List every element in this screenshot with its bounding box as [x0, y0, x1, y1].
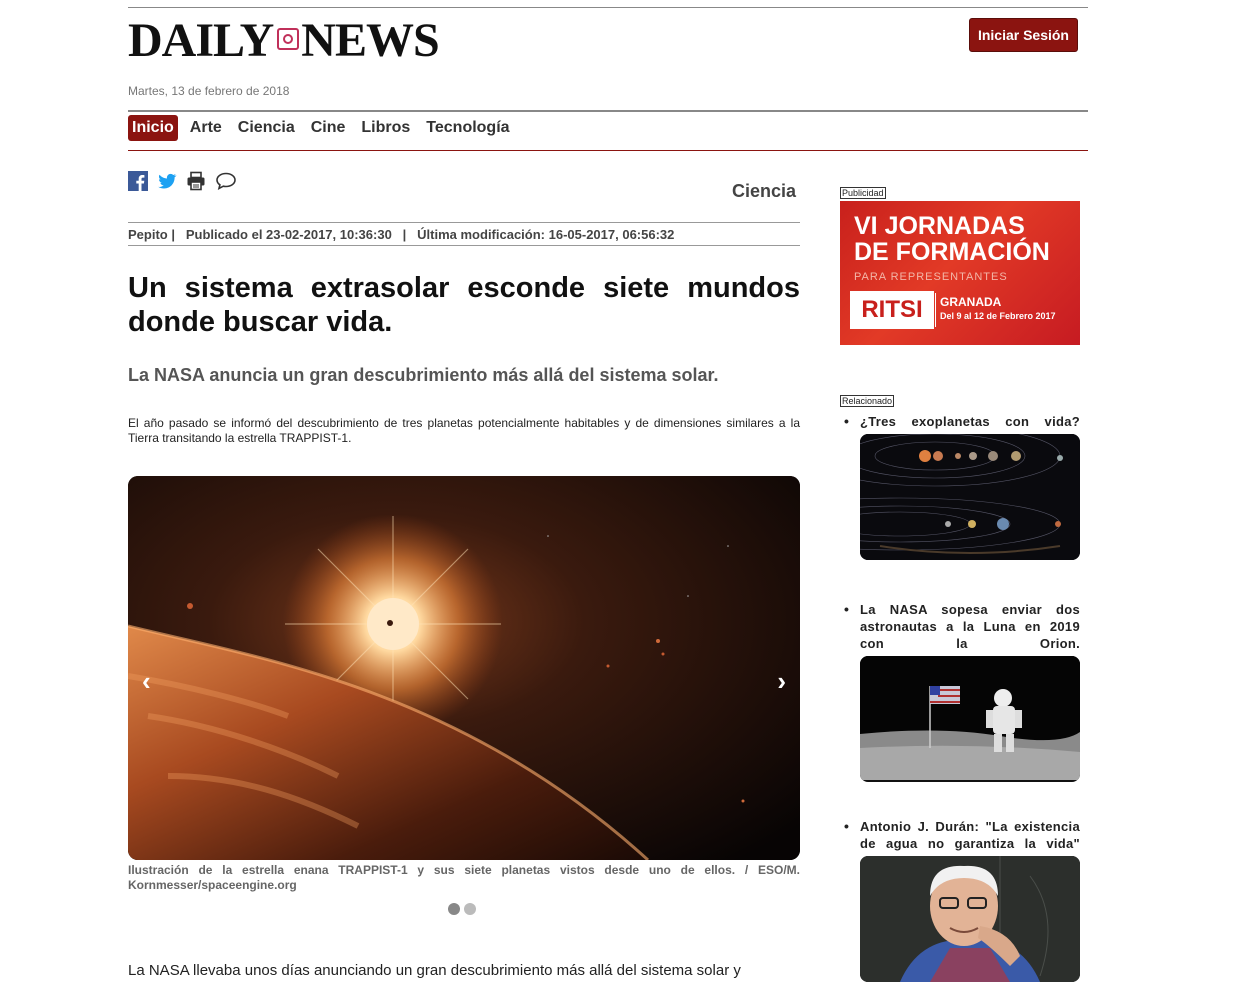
article-meta: Pepito | Publicado el 23-02-2017, 10:36:… [128, 227, 674, 242]
share-bar [128, 171, 236, 191]
meta-separator: | [171, 227, 183, 242]
meta-separator: | [395, 227, 414, 242]
article-body: La NASA llevaba unos días anunciando un … [128, 962, 741, 979]
ad-line-2: DE FORMACIÓN [854, 238, 1050, 266]
related-item-title[interactable]: La NASA sopesa enviar dos astronautas a … [840, 601, 1080, 652]
related-item[interactable]: Antonio J. Durán: "La existencia de agua… [840, 818, 1080, 982]
article-subtitle: La NASA anuncia un gran descubrimiento m… [128, 365, 719, 385]
article-author[interactable]: Pepito [128, 227, 168, 242]
nav-item-inicio[interactable]: Inicio [128, 115, 178, 141]
portrait-photo-image [860, 856, 1080, 982]
related-item-image[interactable] [860, 434, 1080, 560]
ad-banner[interactable]: VI JORNADAS DE FORMACIÓN PARA REPRESENTA… [840, 201, 1080, 345]
carousel-next-button[interactable]: › [777, 666, 786, 697]
login-button[interactable]: Iniciar Sesión [968, 18, 1078, 52]
top-divider [128, 7, 1088, 8]
nav-item-ciencia[interactable]: Ciencia [234, 115, 299, 141]
logo-news: NEWS [301, 14, 439, 67]
nav-item-cine[interactable]: Cine [307, 115, 350, 141]
ad-line-3: PARA REPRESENTANTES [854, 271, 1008, 283]
article-intro: El año pasado se informó del descubrimie… [128, 416, 800, 445]
article-title: Un sistema extrasolar esconde siete mund… [128, 272, 800, 338]
print-icon[interactable] [186, 171, 206, 191]
ad-brand: RITSI [850, 291, 934, 329]
article-published: Publicado el 23-02-2017, 10:36:30 [185, 227, 392, 242]
related-item-title[interactable]: ¿Tres exoplanetas con vida? [840, 413, 1080, 430]
related-item-image[interactable] [860, 656, 1080, 782]
carousel-dot-1[interactable] [448, 903, 460, 915]
related-item-image[interactable] [860, 856, 1080, 982]
ad-label: Publicidad [840, 187, 886, 199]
ad-headline: VI JORNADAS DE FORMACIÓN [854, 213, 1050, 265]
carousel-indicators [448, 903, 476, 915]
moon-landing-image [860, 656, 1080, 780]
current-date: Martes, 13 de febrero de 2018 [128, 84, 290, 98]
nav-item-arte[interactable]: Arte [186, 115, 226, 141]
nav-bottom-divider [128, 150, 1088, 151]
twitter-icon[interactable] [157, 171, 177, 191]
image-caption: Ilustración de la estrella enana TRAPPIS… [128, 863, 800, 892]
related-item-title[interactable]: Antonio J. Durán: "La existencia de agua… [840, 818, 1080, 852]
carousel-dot-2[interactable] [464, 903, 476, 915]
meta-bottom-divider [128, 245, 800, 246]
ad-city: GRANADA [940, 295, 1002, 309]
article-section: Ciencia [732, 181, 797, 201]
carousel-slide-image [128, 476, 800, 860]
image-carousel[interactable]: ‹ › [128, 476, 800, 860]
ad-divider [935, 293, 936, 327]
logo-mark-icon [277, 28, 300, 50]
related-label: Relacionado [840, 395, 895, 407]
ad-line-1: VI JORNADAS [854, 212, 1025, 240]
nav-item-tecnologia[interactable]: Tecnología [422, 115, 513, 141]
article-modified: Última modificación: 16-05-2017, 06:56:3… [417, 227, 675, 242]
ad-dates: Del 9 al 12 de Febrero 2017 [940, 311, 1056, 321]
trappist-diagram-image [860, 434, 1080, 560]
comment-icon[interactable] [215, 171, 236, 191]
nav-item-libros[interactable]: Libros [357, 115, 414, 141]
carousel-prev-button[interactable]: ‹ [142, 666, 151, 697]
meta-top-divider [128, 222, 800, 223]
main-nav: Inicio Arte Ciencia Cine Libros Tecnolog… [128, 115, 522, 141]
logo-daily: DAILY [128, 14, 274, 67]
nav-top-divider [128, 110, 1088, 112]
related-item[interactable]: ¿Tres exoplanetas con vida? [840, 413, 1080, 560]
site-logo[interactable]: DAILY NEWS [128, 14, 440, 67]
facebook-icon[interactable] [128, 171, 148, 191]
related-item[interactable]: La NASA sopesa enviar dos astronautas a … [840, 601, 1080, 782]
